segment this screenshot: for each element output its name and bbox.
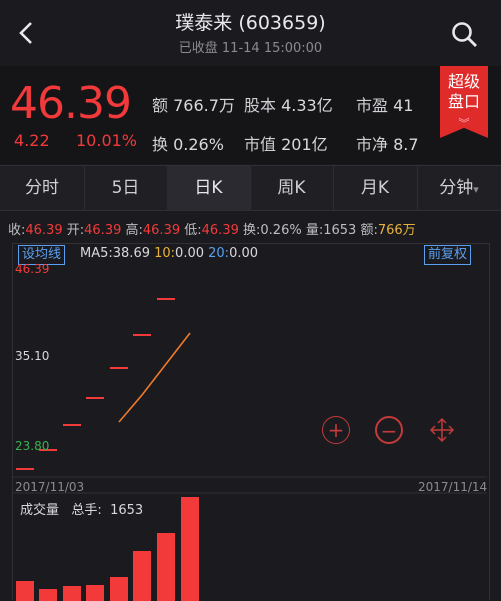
candle (63, 424, 81, 426)
ma5-line (118, 332, 191, 423)
move-icon[interactable] (428, 416, 456, 444)
candle (86, 397, 104, 399)
volume-bar (63, 586, 81, 601)
volume-bar (39, 589, 57, 601)
date-end: 2017/11/14 (418, 480, 488, 494)
candle (16, 468, 34, 470)
volume-bar (181, 497, 199, 601)
volume-bar (86, 585, 104, 601)
y-label-bottom: 23.80 (15, 439, 50, 453)
volume-bar (157, 533, 175, 601)
candle (110, 367, 128, 369)
volume-bar (110, 577, 128, 601)
y-label-mid: 35.10 (15, 349, 50, 363)
zoom-in-icon[interactable]: + (322, 416, 350, 444)
volume-bar (133, 551, 151, 601)
date-start: 2017/11/03 (15, 480, 85, 494)
volume-label: 成交量 总手: 1653 (20, 503, 144, 518)
candle (157, 298, 175, 300)
candle (133, 334, 151, 336)
zoom-out-icon[interactable]: − (375, 416, 403, 444)
volume-bar (16, 581, 34, 601)
y-label-top: 46.39 (15, 262, 50, 276)
